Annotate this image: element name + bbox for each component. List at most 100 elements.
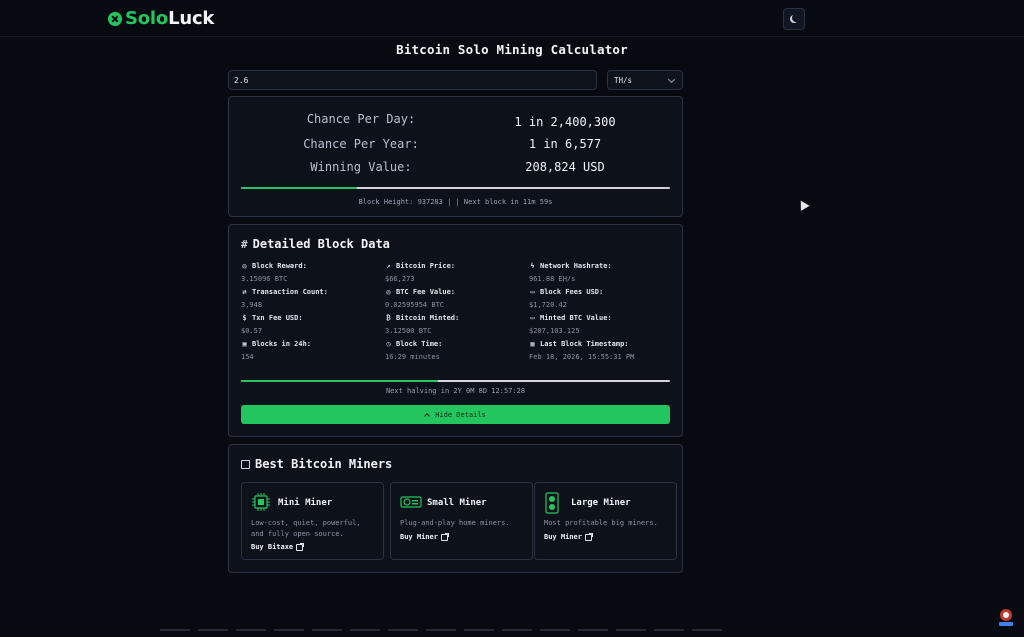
channel-logo-icon: [999, 609, 1013, 626]
detail-value: 961.88 EH/s: [529, 275, 576, 283]
hide-details-button[interactable]: Hide Details: [241, 405, 670, 424]
detail-item: ▣ Blocks in 24h: 154: [241, 340, 381, 361]
calendar-icon: ▦: [530, 339, 535, 348]
detail-label-text: Network Hashrate:: [540, 262, 612, 270]
detail-value: 0.02595954 BTC: [385, 301, 445, 309]
block-data-card: # Detailed Block Data ◎ Block Reward: 3.15…: [228, 224, 683, 437]
theme-toggle-button[interactable]: [783, 8, 805, 30]
section-title-text: Detailed Block Data: [252, 237, 390, 251]
detail-label: $ Txn Fee USD:: [241, 314, 381, 322]
detail-label: ◎ BTC Fee Value:: [385, 288, 525, 296]
clock-icon: ◷: [386, 339, 391, 348]
detail-label-text: Last Block Timestamp:: [540, 340, 629, 348]
arrows-icon: ⇄: [242, 287, 247, 296]
detail-label: ▣ Blocks in 24h:: [241, 340, 381, 348]
detail-label-text: Block Time:: [396, 340, 443, 348]
detail-value: Feb 18, 2026, 15:55:31 PM: [529, 353, 635, 361]
detail-value: 16:29 minutes: [385, 353, 440, 361]
detail-value: 3.12500 BTC: [385, 327, 432, 335]
dollar-icon: $: [242, 313, 247, 322]
detail-value: 154: [241, 353, 254, 361]
logo-x-icon: [108, 11, 122, 26]
detail-label: ⇄ Transaction Count:: [241, 288, 381, 296]
footer-text-strip: [160, 629, 725, 631]
small-miner-icon: [400, 496, 422, 508]
buy-bitaxe-link[interactable]: Buy Bitaxe: [251, 542, 305, 551]
detail-label-text: Block Fees USD:: [540, 288, 604, 296]
detail-item: ▦ Last Block Timestamp: Feb 18, 2026, 15:5…: [529, 340, 669, 361]
detail-label: ◷ Block Time:: [385, 340, 525, 348]
detail-item: ◎ Block Reward: 3.15096 BTC: [241, 262, 381, 283]
trending-up-icon: ↗: [386, 261, 391, 270]
detail-label: ▭ Block Fees USD:: [529, 288, 669, 296]
page-title: Bitcoin Solo Mining Calculator: [396, 42, 628, 57]
chip-icon: [252, 493, 270, 511]
unit-select[interactable]: TH/s: [607, 70, 683, 90]
detail-value: $207,103.125: [529, 327, 580, 335]
detail-value: 3.15096 BTC: [241, 275, 288, 283]
buy-small-miner-link[interactable]: Buy Miner: [400, 532, 449, 541]
blocks-icon: ▣: [242, 339, 247, 348]
external-link-icon: [296, 542, 305, 551]
detail-label-text: Minted BTC Value:: [540, 314, 612, 322]
detail-label: ◎ Block Reward:: [241, 262, 381, 270]
banknote-icon: ▭: [530, 287, 535, 296]
miner-title: Small Miner: [427, 498, 487, 508]
hashrate-input[interactable]: [228, 70, 597, 90]
chance-per-year-label: Chance Per Year:: [303, 137, 419, 151]
miner-card-large: Large Miner Most profitable big miners. …: [534, 482, 677, 560]
hide-details-label: Hide Details: [435, 410, 486, 419]
miner-card-mini: Mini Miner Low-cost, quiet, powerful, an…: [241, 482, 384, 560]
logo[interactable]: SoloLuck: [108, 8, 214, 29]
miner-card-small: Small Miner Plug-and-play home miners. B…: [390, 482, 533, 560]
detail-label: ϟ Network Hashrate:: [529, 262, 669, 270]
top-navbar: SoloLuck: [0, 0, 1024, 37]
banknote-icon: ▭: [530, 313, 535, 322]
block-info: Block Height: 937283 | | Next block in 1…: [358, 198, 553, 206]
detail-label: ▭ Minted BTC Value:: [529, 314, 669, 322]
buy-large-miner-link[interactable]: Buy Miner: [544, 532, 593, 541]
winning-value-label: Winning Value:: [310, 160, 412, 174]
detail-label: ▦ Last Block Timestamp:: [529, 340, 669, 348]
halving-progress-bar: [241, 380, 670, 382]
large-miner-icon: [545, 492, 559, 514]
logo-text: SoloLuck: [125, 8, 215, 29]
coins-icon: ◎: [386, 287, 391, 296]
miner-link-label: Buy Bitaxe: [251, 543, 294, 551]
moon-icon: [792, 14, 800, 22]
miner-description: Most profitable big miners.: [544, 519, 658, 527]
detail-value: $1,720.42: [529, 301, 567, 309]
chance-per-year-value: 1 in 6,577: [528, 137, 602, 151]
detail-item: ◷ Block Time: 16:29 minutes: [385, 340, 525, 361]
miner-link-label: Buy Miner: [400, 533, 438, 541]
detail-label-text: Blocks in 24h:: [252, 340, 312, 348]
hash-icon: #: [241, 237, 248, 251]
detailed-block-data-title: # Detailed Block Data: [241, 237, 390, 251]
mouse-cursor: [796, 198, 810, 211]
chance-per-day-value: 1 in 2,400,300: [514, 115, 616, 129]
detail-item: $ Txn Fee USD: $0.57: [241, 314, 381, 335]
detail-label-text: Bitcoin Price:: [396, 262, 456, 270]
detail-label-text: Txn Fee USD:: [252, 314, 303, 322]
section-title-text: Best Bitcoin Miners: [255, 457, 393, 471]
external-link-icon: [584, 532, 593, 541]
probability-card: Chance Per Day: 1 in 2,400,300 Chance Pe…: [228, 96, 683, 217]
detail-value: $0.57: [241, 327, 263, 335]
detail-label-text: Block Reward:: [252, 262, 307, 270]
miners-card: Best Bitcoin Miners Mini Miner Low-cost,…: [228, 444, 683, 573]
detail-item: ▭ Block Fees USD: $1,720.42: [529, 288, 669, 309]
detail-value: $66,273: [385, 275, 415, 283]
miner-description: Plug-and-play home miners.: [400, 519, 510, 527]
unit-select-value: TH/s: [614, 75, 633, 85]
external-link-icon: [440, 532, 449, 541]
chevron-up-icon: [424, 412, 431, 419]
detail-item: ▭ Minted BTC Value: $207,103.125: [529, 314, 669, 335]
detail-label: ₿ Bitcoin Minted:: [385, 314, 525, 322]
detail-item: ⇄ Transaction Count: 3,948: [241, 288, 381, 309]
miner-link-label: Buy Miner: [544, 533, 582, 541]
miner-description: Low-cost, quiet, powerful, and fully ope…: [251, 519, 361, 538]
detail-item: ϟ Network Hashrate: 961.88 EH/s: [529, 262, 669, 283]
cpu-icon: [241, 459, 250, 469]
zap-icon: ϟ: [530, 261, 535, 270]
block-progress-fill: [241, 187, 357, 189]
